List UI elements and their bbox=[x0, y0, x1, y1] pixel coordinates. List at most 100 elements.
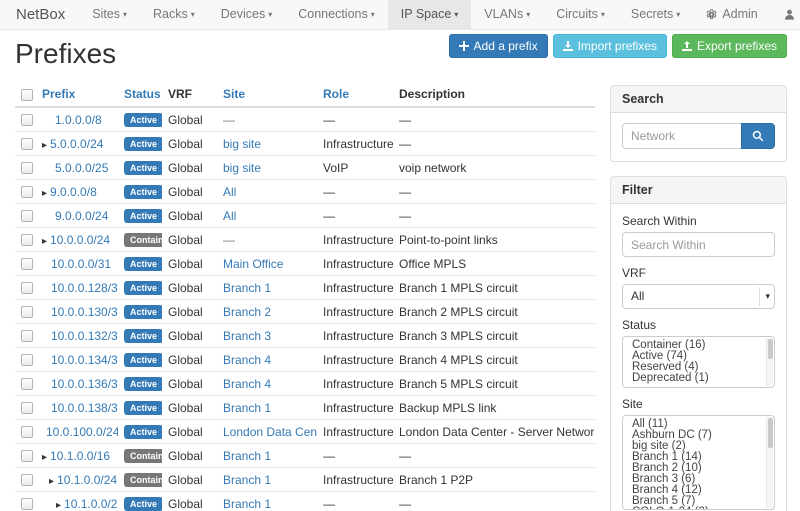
table-row: ▸5.0.0.0/24 Active Global big site Infra… bbox=[15, 132, 595, 156]
nav-item-devices[interactable]: Devices▾ bbox=[208, 0, 285, 29]
nav-item-racks[interactable]: Racks▾ bbox=[140, 0, 208, 29]
row-checkbox[interactable] bbox=[21, 306, 33, 318]
row-checkbox[interactable] bbox=[21, 402, 33, 414]
row-checkbox[interactable] bbox=[21, 282, 33, 294]
column-header-vrf: VRF bbox=[162, 84, 217, 107]
description-value: — bbox=[399, 113, 411, 127]
nav-item-sites[interactable]: Sites▾ bbox=[79, 0, 140, 29]
row-checkbox[interactable] bbox=[21, 186, 33, 198]
row-checkbox[interactable] bbox=[21, 474, 33, 486]
site-link[interactable]: All bbox=[223, 185, 236, 199]
site-link[interactable]: Branch 1 bbox=[223, 497, 271, 511]
tree-indent bbox=[42, 507, 56, 508]
site-link[interactable]: Branch 1 bbox=[223, 449, 271, 463]
row-checkbox[interactable] bbox=[21, 426, 33, 438]
site-link[interactable]: Branch 3 bbox=[223, 329, 271, 343]
prefix-link[interactable]: 9.0.0.0/24 bbox=[55, 209, 108, 223]
chevron-down-icon: ▾ bbox=[765, 285, 770, 308]
site-link[interactable]: Branch 1 bbox=[223, 281, 271, 295]
prefix-link[interactable]: 10.1.0.0/16 bbox=[50, 449, 110, 463]
prefix-link[interactable]: 10.0.0.132/31 bbox=[51, 329, 118, 343]
prefix-link[interactable]: 9.0.0.0/8 bbox=[50, 185, 97, 199]
description-value: — bbox=[399, 185, 411, 199]
status-badge: Active bbox=[124, 329, 162, 343]
nav-item-vlans[interactable]: VLANs▾ bbox=[471, 0, 543, 29]
prefix-link[interactable]: 10.0.0.128/31 bbox=[51, 281, 118, 295]
scrollbar-thumb[interactable] bbox=[768, 418, 773, 448]
site-link[interactable]: big site bbox=[223, 161, 261, 175]
prefix-link[interactable]: 10.0.0.138/31 bbox=[51, 401, 118, 415]
site-link: — bbox=[223, 113, 235, 127]
add-prefix-button[interactable]: Add a prefix bbox=[449, 34, 548, 58]
search-input[interactable] bbox=[622, 123, 741, 149]
prefix-link[interactable]: 10.0.0.130/31 bbox=[51, 305, 118, 319]
export-prefixes-button[interactable]: Export prefixes bbox=[672, 34, 787, 58]
prefix-link[interactable]: 10.0.0.134/31 bbox=[51, 353, 118, 367]
row-checkbox[interactable] bbox=[21, 138, 33, 150]
scrollbar-thumb[interactable] bbox=[768, 339, 773, 359]
description-value: Branch 1 P2P bbox=[399, 473, 473, 487]
row-checkbox[interactable] bbox=[21, 330, 33, 342]
nav-item-circuits[interactable]: Circuits▾ bbox=[543, 0, 618, 29]
row-checkbox[interactable] bbox=[21, 210, 33, 222]
prefix-link[interactable]: 10.1.0.0/24 bbox=[57, 473, 117, 487]
prefix-link[interactable]: 10.0.0.0/24 bbox=[50, 233, 110, 247]
admin-menu-item[interactable]: Admin bbox=[693, 0, 770, 29]
status-badge: Active bbox=[124, 305, 162, 319]
prefix-link[interactable]: 10.0.0.0/31 bbox=[51, 257, 111, 271]
site-link[interactable]: London Data Center bbox=[223, 425, 317, 439]
table-row: ▸10.0.0.134/31 Active Global Branch 4 In… bbox=[15, 348, 595, 372]
role-value: — bbox=[323, 113, 335, 127]
prefix-link[interactable]: 1.0.0.0/8 bbox=[55, 113, 102, 127]
prefix-link[interactable]: 10.1.0.0/25 bbox=[64, 497, 118, 511]
row-checkbox[interactable] bbox=[21, 162, 33, 174]
nav-item-connections[interactable]: Connections▾ bbox=[285, 0, 388, 29]
row-checkbox[interactable] bbox=[21, 450, 33, 462]
status-badge: Active bbox=[124, 377, 162, 391]
role-value: Infrastructure bbox=[323, 257, 393, 271]
row-checkbox[interactable] bbox=[21, 114, 33, 126]
prefix-link[interactable]: 5.0.0.0/24 bbox=[50, 137, 103, 151]
column-header-role[interactable]: Role bbox=[317, 84, 393, 107]
row-checkbox[interactable] bbox=[21, 498, 33, 510]
site-link[interactable]: Branch 1 bbox=[223, 401, 271, 415]
search-within-input[interactable] bbox=[622, 232, 775, 257]
description-value: Office MPLS bbox=[399, 257, 466, 271]
row-checkbox[interactable] bbox=[21, 378, 33, 390]
import-prefixes-button[interactable]: Import prefixes bbox=[553, 34, 667, 58]
site-link[interactable]: Branch 4 bbox=[223, 377, 271, 391]
search-button[interactable] bbox=[741, 123, 775, 149]
status-listbox: Container (16)Active (74)Reserved (4)Dep… bbox=[622, 336, 775, 388]
column-header-status[interactable]: Status bbox=[118, 84, 162, 107]
select-all-checkbox[interactable] bbox=[21, 89, 33, 101]
row-checkbox[interactable] bbox=[21, 258, 33, 270]
profile-menu-item[interactable]: Profile bbox=[771, 0, 800, 29]
site-link[interactable]: Branch 1 bbox=[223, 473, 271, 487]
column-header-site[interactable]: Site bbox=[217, 84, 317, 107]
row-checkbox[interactable] bbox=[21, 234, 33, 246]
status-badge: Container bbox=[124, 449, 162, 463]
site-link[interactable]: Branch 4 bbox=[223, 353, 271, 367]
nav-item-secrets[interactable]: Secrets▾ bbox=[618, 0, 693, 29]
site-link[interactable]: big site bbox=[223, 137, 261, 151]
plus-icon bbox=[459, 41, 469, 51]
site-link[interactable]: Main Office bbox=[223, 257, 283, 271]
listbox-option[interactable]: Deprecated (1) bbox=[623, 373, 774, 384]
vrf-select[interactable]: All ▾ bbox=[622, 284, 775, 309]
site-link[interactable]: Branch 2 bbox=[223, 305, 271, 319]
row-checkbox[interactable] bbox=[21, 354, 33, 366]
prefix-link[interactable]: 10.0.100.0/24 bbox=[46, 425, 118, 439]
prefix-link[interactable]: 5.0.0.0/25 bbox=[55, 161, 108, 175]
listbox-option[interactable]: COLO-1-24 (3) bbox=[623, 507, 774, 510]
role-value: Infrastructure bbox=[323, 137, 393, 151]
app-brand[interactable]: NetBox bbox=[0, 0, 79, 29]
table-row: ▸10.0.0.128/31 Active Global Branch 1 In… bbox=[15, 276, 595, 300]
column-header-prefix[interactable]: Prefix bbox=[36, 84, 118, 107]
prefix-link[interactable]: 10.0.0.136/31 bbox=[51, 377, 118, 391]
status-badge: Active bbox=[124, 113, 162, 127]
nav-item-ip-space[interactable]: IP Space▾ bbox=[388, 0, 472, 29]
vrf-value: Global bbox=[168, 137, 203, 151]
top-navbar: NetBox Sites▾Racks▾Devices▾Connections▾I… bbox=[0, 0, 800, 30]
vrf-select-value: All bbox=[631, 289, 644, 303]
site-link[interactable]: All bbox=[223, 209, 236, 223]
